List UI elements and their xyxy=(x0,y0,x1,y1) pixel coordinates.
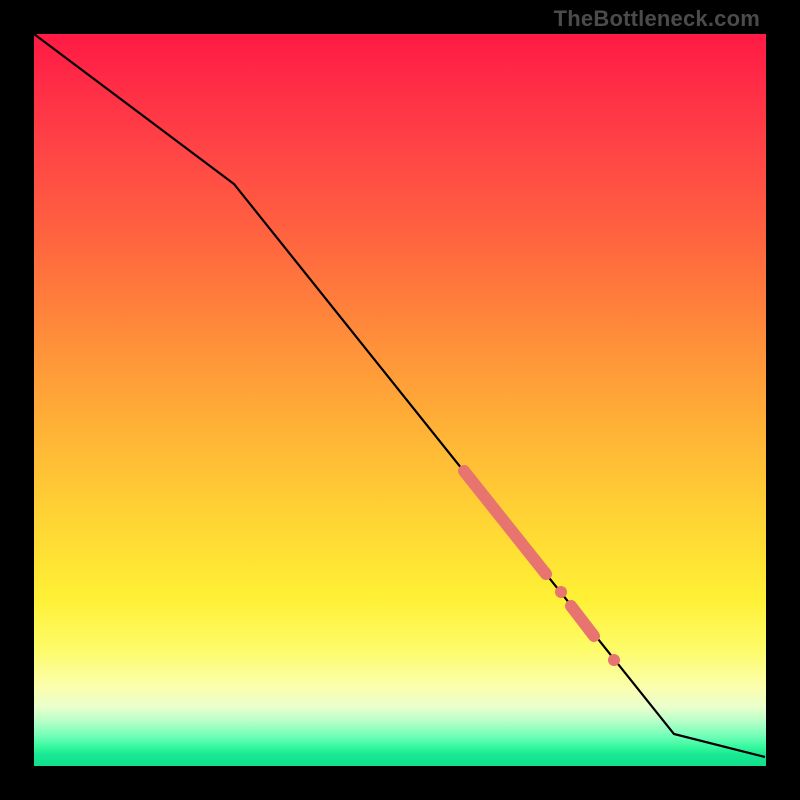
frame-left xyxy=(0,0,34,800)
highlight-seg-1 xyxy=(464,471,546,574)
curve-group xyxy=(34,34,765,757)
watermark-text: TheBottleneck.com xyxy=(554,6,760,32)
plot-svg xyxy=(34,34,766,766)
plot-area xyxy=(34,34,766,766)
bottleneck-curve xyxy=(34,34,765,757)
frame-bottom xyxy=(0,766,800,800)
frame-right xyxy=(766,0,800,800)
highlight-dot-2 xyxy=(608,654,620,666)
highlight-group xyxy=(464,471,620,666)
highlight-dot-1 xyxy=(555,586,567,598)
chart-stage: TheBottleneck.com xyxy=(0,0,800,800)
highlight-seg-2 xyxy=(571,606,594,636)
